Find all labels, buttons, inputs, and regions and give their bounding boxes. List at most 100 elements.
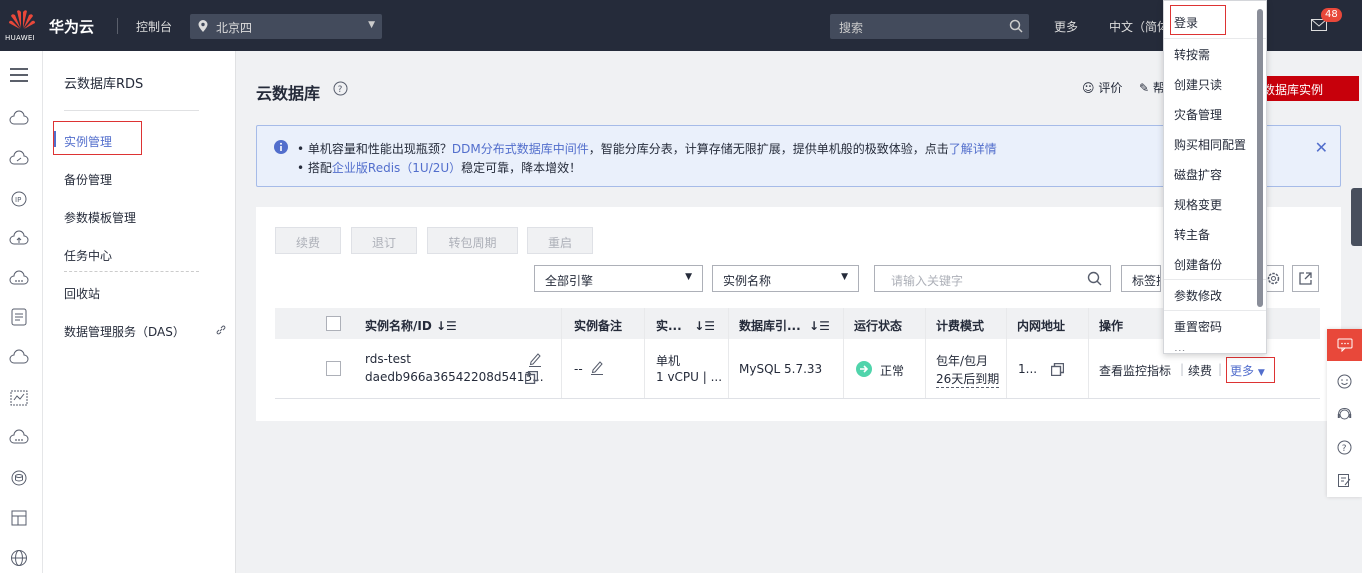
brand-name[interactable]: 华为云	[49, 16, 94, 37]
notice-text: 稳定可靠，降本增效！	[461, 161, 582, 175]
svg-text:?: ?	[338, 85, 343, 95]
redis-link[interactable]: 企业版Redis（1U/2U）	[332, 161, 461, 175]
menu-item-reset-password[interactable]: 重置密码	[1174, 318, 1222, 335]
menu-item-truncated[interactable]: ...	[1174, 341, 1185, 351]
sidebar-item-param-templates[interactable]: 参数模板管理	[64, 209, 136, 226]
caret-down-icon: ▼	[685, 272, 692, 282]
dropdown-scrollbar[interactable]	[1257, 9, 1263, 307]
select-all-checkbox[interactable]	[326, 316, 341, 331]
search-icon[interactable]	[1087, 271, 1102, 286]
globe-icon[interactable]	[9, 548, 29, 568]
menu-item-spec-change[interactable]: 规格变更	[1174, 196, 1222, 213]
gear-icon	[1267, 272, 1280, 285]
menu-item-dr-management[interactable]: 灾备管理	[1174, 106, 1222, 123]
column-header-label: 实例名称/ID	[365, 319, 432, 333]
rate-link[interactable]: ☺ 评价	[1082, 79, 1122, 96]
help-icon[interactable]: ?	[333, 81, 348, 96]
logo-text: HUAWEI	[5, 34, 36, 42]
survey-edit-icon[interactable]	[1337, 473, 1352, 488]
chat-button[interactable]	[1327, 329, 1362, 361]
renew-button[interactable]: 续费	[275, 227, 341, 254]
customer-service-icon[interactable]	[1337, 407, 1352, 422]
engine-select-value: 全部引擎	[545, 274, 594, 288]
menu-icon[interactable]	[9, 65, 29, 85]
global-search-input[interactable]: 搜索	[830, 14, 1029, 39]
search-field-select[interactable]: 实例名称 ▼	[712, 265, 859, 292]
keyword-search-input[interactable]: 请输入关键字	[874, 265, 1111, 292]
search-icon[interactable]	[1009, 19, 1023, 33]
document-list-icon[interactable]	[9, 307, 29, 327]
sidebar-item-backups[interactable]: 备份管理	[64, 171, 112, 188]
expiry-text[interactable]: 26天后到期	[936, 370, 1000, 388]
buy-db-instance-button[interactable]: 数据库实例	[1257, 76, 1359, 101]
language-select[interactable]: 中文（简体	[1109, 18, 1169, 35]
to-yearly-button[interactable]: 转包周期	[427, 227, 518, 254]
export-button[interactable]	[1292, 265, 1319, 292]
sidebar-item-task-center[interactable]: 任务中心	[64, 247, 112, 264]
sidebar-item-instances[interactable]: 实例管理	[64, 133, 112, 150]
status-icon	[856, 361, 872, 377]
layout-grid-icon[interactable]	[9, 508, 29, 528]
huawei-flower-icon	[9, 10, 35, 29]
help-doc-link[interactable]: ✎ 帮	[1139, 79, 1165, 96]
restart-button[interactable]: 重启	[527, 227, 593, 254]
ddm-link[interactable]: DDM分布式数据库中间件	[452, 142, 589, 156]
feedback-smile-icon[interactable]	[1337, 374, 1352, 389]
side-drawer-handle[interactable]	[1351, 188, 1362, 246]
menu-item-disk-scale[interactable]: 磁盘扩容	[1174, 166, 1222, 183]
column-header-name[interactable]: 实例名称/ID ↓☰	[365, 317, 457, 334]
location-pin-icon	[198, 20, 208, 32]
cloud-icon[interactable]	[9, 109, 29, 129]
menu-item-create-backup[interactable]: 创建备份	[1174, 256, 1222, 273]
menu-item-modify-params[interactable]: 参数修改	[1174, 287, 1222, 304]
console-link[interactable]: 控制台	[136, 18, 172, 35]
menu-item-buy-same-config[interactable]: 购买相同配置	[1174, 136, 1246, 153]
divider	[64, 271, 199, 272]
tag-search-select[interactable]: 标签搜	[1121, 265, 1161, 292]
help-icon[interactable]: ?	[1337, 440, 1352, 455]
notice-line-2: • 搭配企业版Redis（1U/2U）稳定可靠，降本增效！	[297, 159, 581, 176]
rate-label: 评价	[1098, 81, 1123, 95]
billing-mode: 包年/包月	[936, 354, 989, 368]
view-monitoring-link[interactable]: 查看监控指标	[1099, 362, 1171, 379]
menu-item-to-primary-standby[interactable]: 转主备	[1174, 226, 1210, 243]
edit-icon[interactable]	[528, 351, 542, 367]
cloud-upload-icon[interactable]	[9, 229, 29, 249]
monitor-chart-icon[interactable]	[9, 388, 29, 408]
divider: |	[1218, 362, 1223, 376]
close-icon[interactable]: ✕	[1315, 138, 1328, 157]
column-header-engine[interactable]: 数据库引... ↓☰	[739, 317, 830, 334]
menu-item-login[interactable]: 登录	[1174, 14, 1198, 31]
copy-icon[interactable]	[525, 371, 538, 384]
cloud-storage-icon[interactable]	[9, 348, 29, 368]
cloud-more-icon[interactable]	[9, 269, 29, 289]
unsubscribe-button[interactable]: 退订	[351, 227, 417, 254]
column-header-status: 运行状态	[854, 319, 903, 333]
region-select[interactable]: 北京四 ▼	[190, 14, 382, 39]
region-value: 北京四	[216, 21, 253, 35]
row-more-button[interactable]: 更多 ▼	[1226, 357, 1275, 383]
cloud-sync-icon[interactable]	[9, 149, 29, 169]
settings-button[interactable]	[1264, 265, 1284, 292]
floating-toolbar: ?	[1327, 329, 1362, 497]
edit-remark-icon[interactable]	[590, 359, 604, 375]
sidebar-item-das[interactable]: 数据管理服务（DAS）	[64, 323, 185, 340]
engine-select[interactable]: 全部引擎 ▼	[534, 265, 703, 292]
column-header-type[interactable]: 实... ↓☰	[656, 317, 715, 334]
cloud-service-icon[interactable]	[9, 428, 29, 448]
menu-item-create-read-replica[interactable]: 创建只读	[1174, 76, 1222, 93]
row-renew-link[interactable]: 续费	[1188, 362, 1212, 379]
menu-item-to-on-demand[interactable]: 转按需	[1174, 46, 1210, 63]
eip-icon[interactable]: IP	[9, 189, 29, 209]
more-menu[interactable]: 更多	[1054, 18, 1078, 35]
instance-type: 单机	[656, 354, 681, 368]
divider	[1164, 38, 1266, 39]
database-icon[interactable]	[9, 468, 29, 488]
notice-line-1: • 单机容量和性能出现瓶颈？DDM分布式数据库中间件，智能分库分表，计算存储无限…	[297, 140, 997, 157]
huawei-logo[interactable]: HUAWEI	[0, 0, 42, 51]
instance-name-link[interactable]: rds-test	[365, 352, 411, 366]
learn-more-link[interactable]: 了解详情	[949, 142, 997, 156]
copy-icon[interactable]	[1051, 363, 1064, 376]
sidebar-item-recycle-bin[interactable]: 回收站	[64, 285, 100, 302]
row-checkbox[interactable]	[326, 361, 341, 376]
